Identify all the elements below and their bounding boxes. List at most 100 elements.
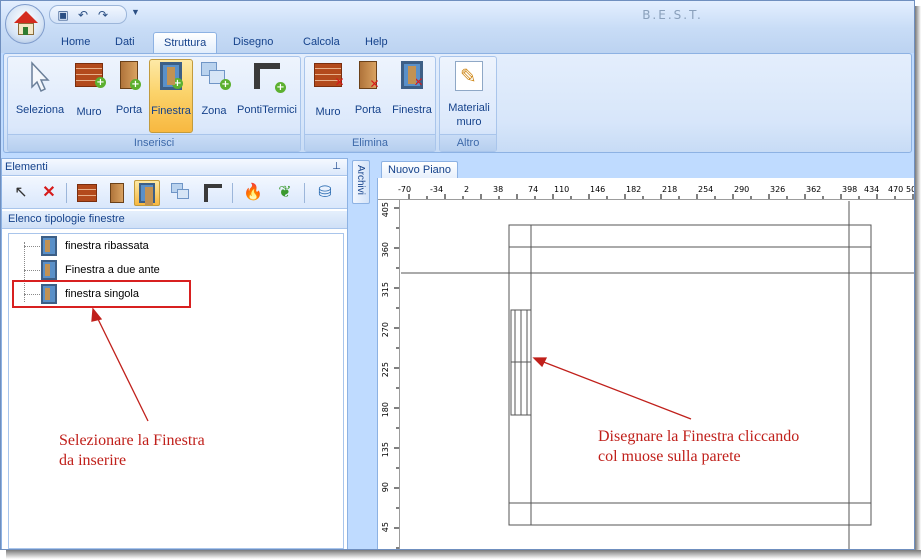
tab-home[interactable]: Home <box>51 32 100 53</box>
ruler-x-label: 74 <box>528 185 539 194</box>
tree-connector <box>24 270 40 271</box>
house-door <box>23 27 28 35</box>
ruler-vertical: 405 360 315 270 225 180 135 90 45 <box>378 200 400 549</box>
materiali-muro-button[interactable]: Materiali muro <box>442 59 496 133</box>
tab-calcola[interactable]: Calcola <box>293 32 350 53</box>
archivi-strip: Archivi <box>348 158 376 549</box>
wall-outer <box>508 224 872 526</box>
ruler-x-label: 38 <box>493 185 504 194</box>
door-delete-icon: ✕ <box>352 61 384 93</box>
ruler-y-label: 270 <box>381 322 390 338</box>
annotation-right-line1: Disegnare la Finestra cliccando <box>598 428 800 445</box>
ruler-x-label: -70 <box>398 185 412 194</box>
annotation-left-line2: da inserire <box>59 452 127 469</box>
porta-label: Porta <box>115 104 143 116</box>
ribbon: Seleziona + Muro + Porta + Finestra + Zo… <box>3 53 912 153</box>
elementi-panel-header: Elementi ⊥ <box>2 159 347 176</box>
elementi-toolbar: ↖ ✕ 🔥 ❦ ⛁ <box>2 177 347 209</box>
archivi-tab[interactable]: Archivi <box>352 160 370 204</box>
window-shadow-right <box>915 6 921 554</box>
inserisci-muro-button[interactable]: + Muro <box>70 59 108 133</box>
elimina-porta-button[interactable]: ✕ Porta <box>349 59 387 133</box>
select-arrow-icon[interactable]: ↖ <box>8 180 34 206</box>
app-menu-button[interactable] <box>5 4 45 44</box>
inserisci-finestra-button[interactable]: + Finestra <box>149 59 193 133</box>
ruler-y-label: 405 <box>381 202 390 218</box>
annotation-right: Disegnare la Finestra cliccando col muos… <box>598 427 799 467</box>
ruler-x-label: 398 <box>842 185 858 194</box>
pin-icon[interactable]: ⊥ <box>332 159 341 175</box>
tab-disegno[interactable]: Disegno <box>223 32 283 53</box>
section-caption: Elenco tipologie finestre <box>2 211 347 229</box>
tab-struttura[interactable]: Struttura <box>153 32 218 53</box>
house-icon <box>14 11 38 23</box>
ruler-x-label: 182 <box>626 185 642 194</box>
elimina-finestra-button[interactable]: ✕ Finestra <box>389 59 435 133</box>
tab-dati[interactable]: Dati <box>105 32 145 53</box>
seleziona-button[interactable]: Seleziona <box>12 59 68 133</box>
window-tool-icon[interactable] <box>134 180 160 206</box>
ruler-x-label: 254 <box>698 185 714 194</box>
list-item[interactable]: Finestra a due ante <box>39 259 160 281</box>
zone-add-icon: + <box>198 62 231 94</box>
group-inserisci: Seleziona + Muro + Porta + Finestra + Zo… <box>7 56 301 152</box>
ruler-x-label: 50 <box>906 185 914 194</box>
ruler-y-label: 135 <box>381 442 390 458</box>
seleziona-label: Seleziona <box>15 104 65 116</box>
door-tool-icon[interactable] <box>104 180 130 206</box>
inserisci-zona-button[interactable]: + Zona <box>195 59 233 133</box>
window-icon <box>41 260 57 280</box>
wall-delete-icon: ✕ <box>312 63 345 95</box>
toolbar-separator <box>232 183 233 203</box>
delete-icon[interactable]: ✕ <box>36 180 62 206</box>
ruler-x-label: 362 <box>806 185 822 194</box>
tab-help[interactable]: Help <box>355 32 398 53</box>
ruler-y-label: 45 <box>381 522 390 533</box>
elimina-muro-label: Muro <box>315 106 341 118</box>
group-title-inserisci: Inserisci <box>8 134 300 151</box>
ruler-y-label: 90 <box>381 482 390 493</box>
thermal-bridge-icon: + <box>251 61 286 93</box>
list-item[interactable]: finestra ribassata <box>39 235 149 257</box>
pencil-edit-icon <box>453 61 485 93</box>
title-bar: ▣ ↶ ↷ ▼ B.E.S.T. <box>1 1 914 29</box>
floor-plan-canvas[interactable] <box>401 201 914 549</box>
window-delete-icon: ✕ <box>396 61 428 93</box>
elimina-muro-button[interactable]: ✕ Muro <box>309 59 347 133</box>
ruler-x-label: -34 <box>430 185 444 194</box>
ruler-x-label: 110 <box>554 185 570 194</box>
ruler-horizontal: -70 -34 2 38 74 110 146 182 218 254 290 … <box>378 178 914 200</box>
drawing-area[interactable]: -70 -34 2 38 74 110 146 182 218 254 290 … <box>377 178 914 549</box>
ruler-y-label: 315 <box>381 282 390 298</box>
toolbar-separator <box>304 183 305 203</box>
inserisci-pontitermici-button[interactable]: + PontiTermici <box>235 59 299 133</box>
toolbar-separator <box>66 183 67 203</box>
elementi-title: Elementi <box>5 161 48 173</box>
wall-tool-icon[interactable] <box>74 180 100 206</box>
drawing-tabbar: Nuovo Piano <box>377 158 914 178</box>
group-altro: Materiali muro Altro <box>439 56 497 152</box>
tab-nuovo-piano[interactable]: Nuovo Piano <box>381 161 458 178</box>
ruler-x-label: 290 <box>734 185 750 194</box>
zone-tool-icon[interactable] <box>168 180 194 206</box>
elimina-finestra-label: Finestra <box>392 104 432 116</box>
leaf-icon[interactable]: ❦ <box>272 180 298 206</box>
ruler-x-label: 470 <box>888 185 904 194</box>
thermal-bridge-tool-icon[interactable] <box>200 180 226 206</box>
group-title-elimina: Elimina <box>305 134 435 151</box>
elimina-porta-label: Porta <box>354 104 382 116</box>
cursor-arrow-icon <box>24 61 56 93</box>
database-icon[interactable]: ⛁ <box>312 180 338 206</box>
group-elimina: ✕ Muro ✕ Porta ✕ Finestra Elimina <box>304 56 436 152</box>
ruler-y-label: 225 <box>381 362 390 378</box>
window-shadow-bottom <box>6 550 921 559</box>
ruler-x-label: 434 <box>864 185 880 194</box>
fire-icon[interactable]: 🔥 <box>240 180 266 206</box>
inserisci-porta-button[interactable]: + Porta <box>110 59 148 133</box>
window-icon <box>41 236 57 256</box>
tree-connector <box>24 246 40 247</box>
selection-highlight-box <box>12 280 191 308</box>
zona-label: Zona <box>201 105 227 117</box>
ruler-x-label: 326 <box>770 185 786 194</box>
pontitermici-label: PontiTermici <box>237 104 297 116</box>
